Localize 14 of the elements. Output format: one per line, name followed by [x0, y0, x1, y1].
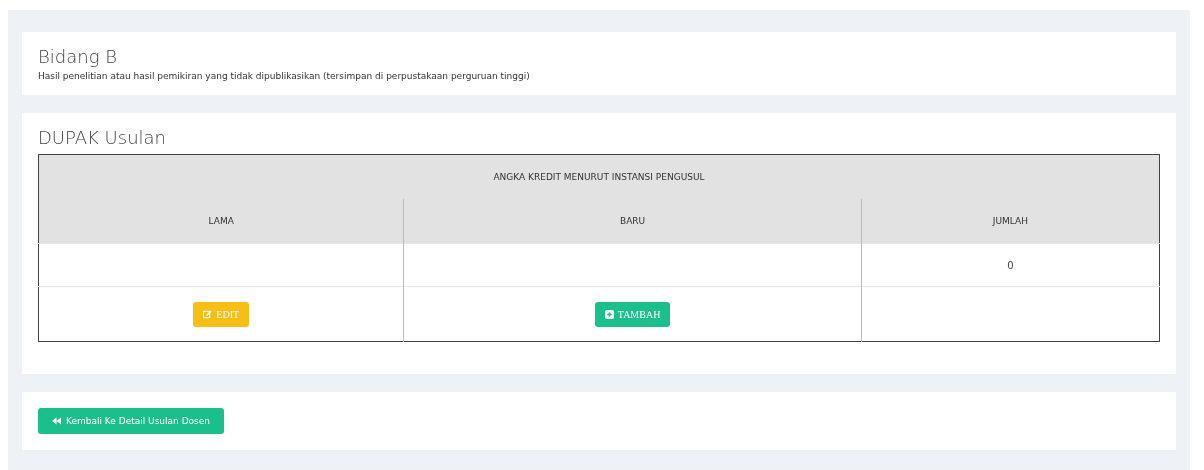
edit-button[interactable]: EDIT — [193, 301, 250, 327]
section-description: Hasil penelitian atau hasil pemikiran yang tidak dipublikasikan (tersimpan di perpustakaan perguruan tinggi) — [38, 71, 531, 81]
column-header: JUMLAH — [861, 199, 1160, 244]
group-header: ANGKA KREDIT MENURUT INSTANSI PENGUSUL — [38, 154, 1160, 199]
add-button[interactable]: TAMBAH — [594, 301, 671, 327]
back-button[interactable]: Kembali Ke Detail Usulan Dosen — [38, 408, 224, 434]
table-cell: 0 — [861, 243, 1160, 287]
plus-square-icon — [604, 309, 614, 319]
dupak-title: DUPAK Usulan — [38, 127, 167, 148]
column-header: LAMA — [38, 199, 404, 244]
column-header: BARU — [403, 199, 862, 244]
edit-icon — [203, 309, 213, 319]
double-left-arrow-icon — [52, 417, 61, 425]
section-title: Bidang B — [38, 46, 118, 67]
